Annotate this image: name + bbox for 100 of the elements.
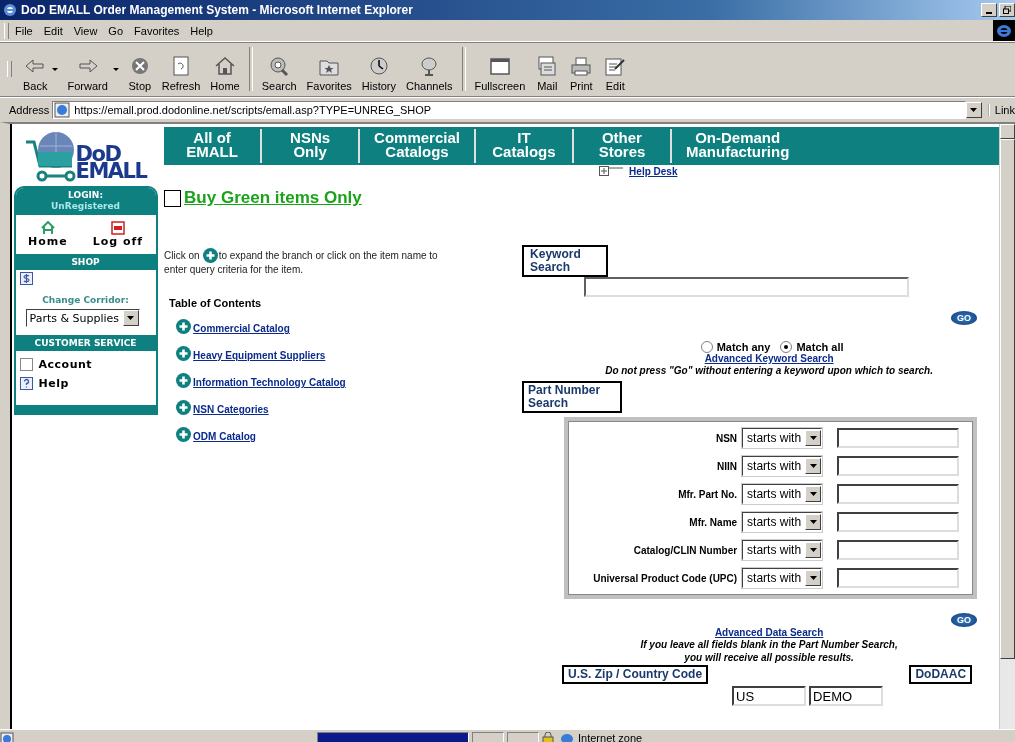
zip-field[interactable]: US xyxy=(732,686,807,706)
field-label: Mfr. Name xyxy=(689,516,738,528)
restore-icon xyxy=(1003,6,1011,14)
field-label: NSN xyxy=(715,432,738,444)
part-field[interactable] xyxy=(837,428,960,448)
address-field[interactable]: https://emall.prod.dodonline.net/scripts/emall.asp?TYPE=UNREG_SHOP xyxy=(52,101,966,119)
toolbar-button[interactable]: Print xyxy=(564,46,599,92)
minimize-icon xyxy=(986,12,992,14)
field-label: Catalog/CLIN Number xyxy=(633,544,738,556)
plus-circle-icon[interactable] xyxy=(202,248,218,263)
home-link[interactable]: Home xyxy=(28,221,68,248)
go-button[interactable]: GO xyxy=(951,311,978,325)
menu-item[interactable]: Favorites xyxy=(134,24,180,37)
radio-button[interactable] xyxy=(780,341,793,353)
advanced-search-link[interactable]: Advanced Keyword Search xyxy=(704,353,834,364)
note-text: If you leave all fields blank in the Part Number Search, you will receive all possible results. xyxy=(640,638,898,664)
toolbar-button[interactable]: History xyxy=(356,46,402,92)
toolbar-button[interactable]: Edit xyxy=(598,46,633,92)
section-header: CUSTOMER SERVICE xyxy=(15,335,156,351)
checkbox[interactable] xyxy=(164,189,182,207)
plus-circle-icon[interactable] xyxy=(176,373,192,388)
plus-circle-icon[interactable] xyxy=(176,427,192,442)
menu-item[interactable]: File xyxy=(15,24,33,37)
toolbar-button[interactable]: Fullscreen xyxy=(469,46,531,92)
corridor-dropdown[interactable]: Parts & Supplies xyxy=(25,309,140,327)
toolbar-button[interactable]: Favorites xyxy=(301,46,357,92)
scrollbar[interactable] xyxy=(999,124,1015,729)
menu-item[interactable]: View xyxy=(73,24,98,37)
minimize-button[interactable] xyxy=(981,3,997,17)
menu-item[interactable]: Go xyxy=(108,24,124,37)
go-button[interactable]: GO xyxy=(951,613,978,627)
operator-dropdown[interactable]: starts with xyxy=(742,540,823,560)
toc-link[interactable]: Information Technology Catalog xyxy=(193,377,346,388)
caret-icon xyxy=(809,492,817,496)
address-text: https://emall.prod.dodonline.net/scripts/emall.asp?TYPE=UNREG_SHOP xyxy=(74,104,432,116)
nav-tab[interactable]: Commercial Catalogs xyxy=(360,129,476,163)
logo-text[interactable]: DoD EMALL xyxy=(75,146,147,180)
section-label: Keyword Search xyxy=(522,245,609,277)
caret-icon xyxy=(809,576,817,580)
toolbar-button[interactable]: Channels xyxy=(401,46,458,92)
radio-label: Match any xyxy=(716,341,771,353)
links-label[interactable]: Link xyxy=(987,104,1015,116)
browser-e-icon xyxy=(3,3,17,17)
operator-dropdown[interactable]: starts with xyxy=(742,456,823,476)
operator-dropdown[interactable]: starts with xyxy=(742,484,823,504)
toolbar-button[interactable]: Home xyxy=(205,46,245,92)
plus-circle-icon[interactable] xyxy=(176,319,192,334)
nav-tab[interactable]: On-Demand Manufacturing xyxy=(671,129,804,163)
toc-link[interactable]: ODM Catalog xyxy=(193,431,256,442)
padlock-icon xyxy=(542,732,554,742)
radio-button[interactable] xyxy=(700,341,713,353)
toolbar-button[interactable]: Refresh xyxy=(156,46,206,92)
login-status: UnRegistered xyxy=(50,201,122,212)
nav-tab[interactable]: Other Stores xyxy=(573,129,672,163)
part-field[interactable] xyxy=(837,484,960,504)
toolbar-button[interactable]: Mail xyxy=(530,46,565,92)
login-label: LOGIN: xyxy=(68,190,103,200)
section-label: U.S. Zip / Country Code xyxy=(562,665,709,684)
part-field[interactable] xyxy=(837,540,960,560)
operator-dropdown[interactable]: starts with xyxy=(742,428,823,448)
toc-link[interactable]: Commercial Catalog xyxy=(193,323,290,334)
part-field[interactable] xyxy=(837,456,960,476)
toolbar-button[interactable]: Back xyxy=(18,46,53,92)
nav-tab[interactable]: IT Catalogs xyxy=(475,129,574,163)
instruction-text: enter query criteria for the item. xyxy=(164,263,305,277)
dollar-icon xyxy=(19,272,33,285)
status-pane xyxy=(472,732,504,742)
nav-tab[interactable]: All of EMALL xyxy=(164,129,263,163)
logoff-link[interactable]: Log off xyxy=(92,221,144,248)
restore-button[interactable] xyxy=(999,3,1015,17)
toolbar-button[interactable]: Forward xyxy=(62,46,113,92)
zone-label: Internet zone xyxy=(578,732,643,742)
home-icon xyxy=(213,55,237,77)
sidebar-link[interactable]: Account xyxy=(38,358,93,371)
toc-link[interactable]: Heavy Equipment Suppliers xyxy=(193,350,326,361)
caret-icon xyxy=(809,464,817,468)
menu-item[interactable]: Help xyxy=(190,24,213,37)
menu-item[interactable]: Edit xyxy=(43,24,63,37)
toolbar-button[interactable]: Stop xyxy=(122,46,157,92)
toc-link[interactable]: NSN Categories xyxy=(193,404,269,415)
plus-circle-icon[interactable] xyxy=(176,346,192,361)
sidebar-link[interactable]: Help xyxy=(38,377,69,390)
dodaac-field[interactable]: DEMO xyxy=(809,686,884,706)
dropdown-caret-icon[interactable] xyxy=(112,67,119,71)
nav-tab[interactable]: NSNs Only xyxy=(262,129,361,163)
part-field[interactable] xyxy=(837,512,960,532)
caret-icon xyxy=(970,108,978,112)
operator-dropdown[interactable]: starts with xyxy=(742,512,823,532)
document-pencil-icon xyxy=(603,55,628,77)
plus-circle-icon[interactable] xyxy=(176,400,192,415)
address-label: Address xyxy=(9,104,50,116)
help-desk-link[interactable]: Help Desk xyxy=(629,165,678,177)
printer-icon xyxy=(569,55,594,77)
advanced-search-link[interactable]: Advanced Data Search xyxy=(714,627,824,638)
operator-dropdown[interactable]: starts with xyxy=(742,568,823,588)
page-icon xyxy=(0,732,14,742)
part-field[interactable] xyxy=(837,568,960,588)
toolbar-button[interactable]: Search xyxy=(256,46,302,92)
keyword-field[interactable] xyxy=(584,277,910,297)
dropdown-caret-icon[interactable] xyxy=(52,67,59,71)
